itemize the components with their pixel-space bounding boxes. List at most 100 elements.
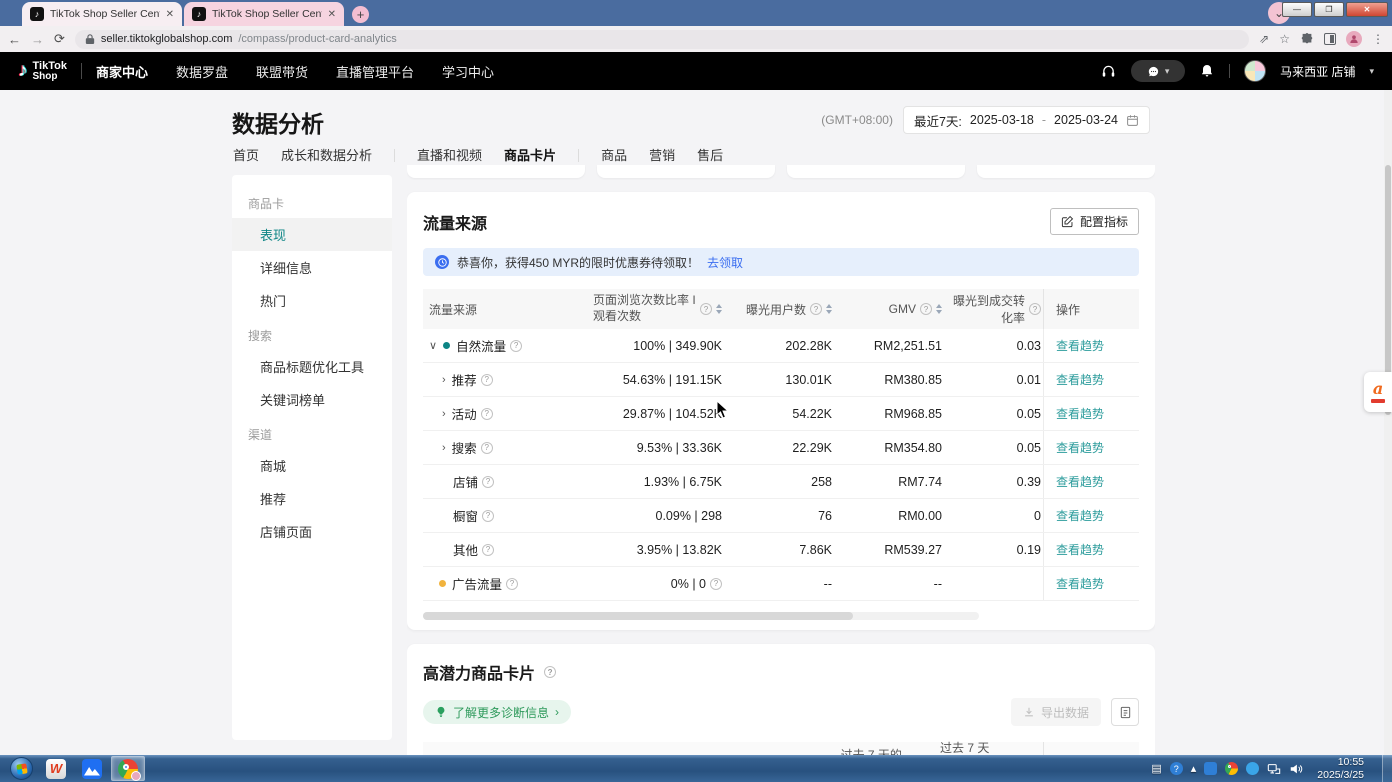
- back-icon[interactable]: ←: [8, 32, 21, 47]
- tab-growth-analytics[interactable]: 成长和数据分析: [281, 145, 372, 173]
- tiktok-shop-logo[interactable]: ♪ TikTokShop: [18, 60, 67, 82]
- claim-coupon-link[interactable]: 去领取: [707, 254, 743, 271]
- info-icon[interactable]: [482, 544, 494, 556]
- horizontal-scrollbar[interactable]: [423, 612, 979, 620]
- view-trend-link[interactable]: 查看趋势: [1056, 439, 1104, 456]
- sort-icon[interactable]: [936, 304, 942, 314]
- expand-icon[interactable]: ›: [442, 408, 446, 420]
- collapse-icon[interactable]: ∨: [429, 339, 437, 352]
- view-trend-link[interactable]: 查看趋势: [1056, 337, 1104, 354]
- view-trend-link[interactable]: 查看趋势: [1056, 507, 1104, 524]
- nav-seller-center[interactable]: 商家中心: [96, 62, 148, 81]
- info-icon[interactable]: [710, 578, 722, 590]
- tray-quark-icon[interactable]: [1246, 762, 1259, 775]
- tray-keyboard-icon[interactable]: ▤: [1151, 762, 1161, 775]
- sidebar-item-shop-page[interactable]: 店铺页面: [232, 515, 392, 548]
- scrollbar-thumb[interactable]: [423, 612, 853, 620]
- share-icon[interactable]: ⇗: [1259, 32, 1269, 46]
- nav-learning-center[interactable]: 学习中心: [442, 62, 494, 81]
- info-icon[interactable]: [481, 408, 493, 420]
- bookmark-star-icon[interactable]: ☆: [1279, 32, 1290, 46]
- sidebar-item-title-optimizer[interactable]: 商品标题优化工具: [232, 350, 392, 383]
- date-separator: -: [1042, 113, 1046, 127]
- restore-button[interactable]: ❐: [1314, 2, 1344, 17]
- headset-icon[interactable]: [1100, 63, 1117, 80]
- tray-app-icon[interactable]: [1204, 762, 1217, 775]
- sort-icon[interactable]: [826, 304, 832, 314]
- network-icon[interactable]: [1267, 762, 1281, 776]
- top-nav-links: 商家中心 数据罗盘 联盟带货 直播管理平台 学习中心: [96, 62, 494, 81]
- close-tab-icon[interactable]: ✕: [166, 9, 174, 20]
- calendar-icon: [1126, 114, 1139, 127]
- reading-list-icon[interactable]: [1324, 33, 1336, 45]
- sort-icon[interactable]: [716, 304, 722, 314]
- cvr-value: 0.03: [948, 339, 1043, 353]
- view-trend-link[interactable]: 查看趋势: [1056, 473, 1104, 490]
- info-icon[interactable]: [482, 476, 494, 488]
- info-icon[interactable]: [506, 578, 518, 590]
- nav-live-platform[interactable]: 直播管理平台: [336, 62, 414, 81]
- info-icon[interactable]: [544, 666, 556, 678]
- messages-button[interactable]: ▾: [1131, 60, 1185, 82]
- gmv-value: RM7.74: [838, 475, 948, 489]
- sidebar-item-recommend[interactable]: 推荐: [232, 482, 392, 515]
- volume-icon[interactable]: [1289, 762, 1303, 776]
- configure-metrics-button[interactable]: 配置指标: [1050, 208, 1139, 235]
- browser-tab-2[interactable]: ♪ TikTok Shop Seller Center | Cre ✕: [184, 2, 344, 26]
- info-icon[interactable]: [920, 303, 932, 315]
- tab-home[interactable]: 首页: [233, 145, 259, 173]
- sidebar-item-hot[interactable]: 热门: [232, 284, 392, 317]
- store-avatar[interactable]: [1244, 60, 1266, 82]
- close-window-button[interactable]: ✕: [1346, 2, 1388, 17]
- report-doc-button[interactable]: [1111, 698, 1139, 726]
- tray-chrome-icon[interactable]: [1225, 762, 1238, 775]
- view-trend-link[interactable]: 查看趋势: [1056, 575, 1104, 592]
- info-icon[interactable]: [481, 442, 493, 454]
- view-trend-link[interactable]: 查看趋势: [1056, 541, 1104, 558]
- refresh-icon[interactable]: ⟳: [54, 31, 65, 47]
- expand-icon[interactable]: ›: [442, 442, 446, 454]
- taskbar-wps-button[interactable]: W: [39, 756, 73, 781]
- diagnosis-link[interactable]: 了解更多诊断信息 ›: [423, 700, 571, 724]
- export-data-button[interactable]: 导出数据: [1011, 698, 1101, 726]
- sidebar-item-mall[interactable]: 商城: [232, 449, 392, 482]
- screen: ♪ TikTok Shop Seller Center | Cre ✕ ♪ Ti…: [0, 0, 1392, 782]
- info-icon[interactable]: [810, 303, 822, 315]
- info-icon[interactable]: [510, 340, 522, 352]
- close-tab-icon[interactable]: ✕: [328, 9, 336, 20]
- view-trend-link[interactable]: 查看趋势: [1056, 371, 1104, 388]
- expand-icon[interactable]: ›: [442, 374, 446, 386]
- sidebar-item-performance[interactable]: 表现: [232, 218, 392, 251]
- start-button[interactable]: [10, 757, 33, 780]
- tray-show-hidden-icon[interactable]: ▴: [1191, 762, 1197, 775]
- taskbar-clock[interactable]: 10:55 2025/3/25: [1317, 756, 1364, 781]
- extensions-puzzle-icon[interactable]: [1300, 32, 1314, 46]
- tray-help-icon[interactable]: ?: [1170, 762, 1183, 775]
- info-icon[interactable]: [481, 374, 493, 386]
- taskbar-app-button[interactable]: [75, 756, 109, 781]
- floating-widget[interactable]: a: [1364, 372, 1392, 412]
- nav-data-compass[interactable]: 数据罗盘: [176, 62, 228, 81]
- vertical-scrollbar[interactable]: [1384, 90, 1392, 755]
- browser-menu-icon[interactable]: ⋮: [1372, 32, 1384, 46]
- store-name[interactable]: 马来西亚 店铺: [1280, 63, 1355, 80]
- taskbar-chrome-button[interactable]: [111, 756, 145, 781]
- show-desktop-button[interactable]: [1382, 755, 1392, 782]
- new-tab-button[interactable]: +: [352, 6, 369, 23]
- info-icon[interactable]: [482, 510, 494, 522]
- analytics-page: 数据分析 (GMT+08:00) 最近7天: 2025-03-18 - 2025…: [0, 90, 1392, 755]
- url-field[interactable]: seller.tiktokglobalshop.com/compass/prod…: [75, 30, 1249, 49]
- minimize-button[interactable]: —: [1282, 2, 1312, 17]
- date-range-picker[interactable]: 最近7天: 2025-03-18 - 2025-03-24: [903, 106, 1150, 134]
- sidebar-item-keyword-list[interactable]: 关键词榜单: [232, 383, 392, 416]
- mountain-app-icon: [82, 759, 102, 779]
- forward-icon[interactable]: →: [31, 32, 44, 47]
- info-icon[interactable]: [700, 303, 712, 315]
- browser-profile-avatar[interactable]: [1346, 31, 1362, 47]
- browser-tab-1[interactable]: ♪ TikTok Shop Seller Center | Cre ✕: [22, 2, 182, 26]
- sidebar-item-details[interactable]: 详细信息: [232, 251, 392, 284]
- nav-affiliate[interactable]: 联盟带货: [256, 62, 308, 81]
- view-trend-link[interactable]: 查看趋势: [1056, 405, 1104, 422]
- bell-icon[interactable]: [1199, 63, 1215, 79]
- info-icon[interactable]: [1029, 303, 1041, 315]
